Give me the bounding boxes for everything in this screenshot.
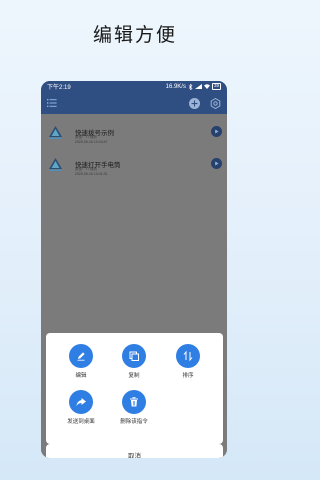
send-action-circle: [69, 390, 93, 414]
wifi-icon: [203, 84, 210, 89]
network-speed: 16.9K/s: [165, 83, 186, 90]
action-label: 复制: [128, 373, 140, 379]
app-logo-icon: [49, 126, 62, 139]
delete-action[interactable]: 删除该指令: [109, 390, 159, 425]
list-item[interactable]: 快速打开手电筒 类型：TT规则 2020-06-16 10:41:31: [41, 151, 227, 181]
run-button[interactable]: [211, 158, 222, 169]
list-item[interactable]: 快速拨号示例 类型：TT规则 2020-06-16 10:44:47: [41, 119, 227, 149]
content-area: 快速拨号示例 类型：TT规则 2020-06-16 10:44:47 快速打开手…: [41, 114, 227, 458]
send-to-desktop-action[interactable]: 发送到桌面: [56, 390, 106, 425]
copy-icon: [129, 351, 139, 361]
copy-action-circle: [122, 344, 146, 368]
edit-action-circle: [69, 344, 93, 368]
status-time: 下午2:19: [47, 85, 71, 91]
action-sheet: 编辑 复制 排序 发送到桌面 删除该指令: [46, 333, 223, 444]
edit-action[interactable]: 编辑: [56, 344, 106, 379]
bluetooth-icon: [188, 83, 193, 90]
add-icon[interactable]: [189, 97, 200, 109]
sort-action[interactable]: 排序: [163, 344, 213, 379]
run-button[interactable]: [211, 126, 222, 137]
delete-action-circle: [122, 390, 146, 414]
pencil-icon: [77, 352, 85, 361]
phone-frame: 下午2:19 16.9K/s 39 快速拨号示例 类型：TT规则 2020-06…: [41, 81, 227, 458]
app-bar: [41, 92, 227, 114]
action-label: 编辑: [75, 373, 87, 379]
appbar-actions: [189, 97, 221, 109]
promo-headline: 编辑方便: [92, 24, 177, 46]
copy-action[interactable]: 复制: [109, 344, 159, 379]
play-icon: [215, 129, 219, 134]
item-date: 2020-06-16 10:44:47: [75, 140, 108, 144]
status-icons: 16.9K/s 39: [166, 83, 221, 90]
battery-icon: 39: [211, 83, 221, 90]
action-label: 删除该指令: [120, 419, 148, 425]
app-logo-icon: [49, 158, 62, 171]
trash-icon: [130, 397, 138, 407]
settings-icon[interactable]: [210, 97, 221, 109]
status-bar: 下午2:19 16.9K/s 39: [41, 81, 227, 92]
action-label: 排序: [182, 373, 194, 379]
share-arrow-icon: [76, 398, 86, 406]
signal-icon: [194, 84, 202, 89]
play-icon: [215, 161, 219, 166]
sort-action-circle: [176, 344, 200, 368]
list-menu-icon[interactable]: [47, 99, 57, 107]
cancel-button[interactable]: 取消: [46, 444, 223, 458]
action-label: 发送到桌面: [67, 419, 95, 425]
item-date: 2020-06-16 10:41:31: [75, 172, 108, 176]
sort-icon: [183, 350, 193, 362]
